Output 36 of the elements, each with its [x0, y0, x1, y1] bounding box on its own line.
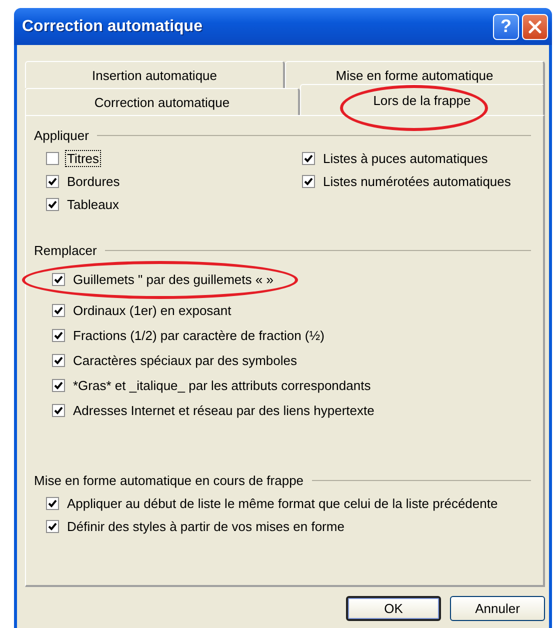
checkbox[interactable] [52, 272, 65, 286]
dialog-button[interactable]: OK [346, 596, 441, 621]
group-title: Remplacer [34, 243, 97, 258]
checkbox-label[interactable]: *Gras* et _italique_ par les attributs correspondants [71, 376, 373, 394]
checkbox-label[interactable]: Caractères spéciaux par des symboles [71, 352, 299, 368]
checkbox[interactable] [46, 198, 59, 210]
group-title: Appliquer [34, 128, 89, 143]
dialog-button[interactable]: Annuler [450, 596, 545, 621]
checkbox-label[interactable]: Définir des styles à partir de vos mises en forme [65, 518, 346, 534]
close-icon [528, 20, 542, 34]
close-button[interactable] [522, 14, 548, 40]
group-title: Mise en forme automatique en cours de frappe [34, 473, 304, 488]
checkbox[interactable] [52, 404, 65, 416]
checkbox-label[interactable]: Ordinaux (1er) en exposant [71, 302, 234, 318]
checkbox-label[interactable]: Listes à puces automatiques [321, 150, 490, 166]
checkbox-label[interactable]: Bordures [65, 172, 122, 190]
checkbox-label[interactable]: Adresses Internet et réseau par des liens hypertexte [71, 402, 376, 418]
checkbox-label[interactable]: Tableaux [65, 196, 122, 212]
checkbox[interactable] [52, 378, 65, 392]
checkbox[interactable] [302, 174, 315, 188]
tab[interactable]: Lors de la frappe [300, 84, 545, 115]
window-title: Correction automatique [21, 18, 204, 36]
checkbox-label[interactable]: Appliquer au début de liste le même format que celui de la liste précédente [65, 494, 500, 512]
checkbox-label[interactable]: Titres [65, 150, 102, 166]
checkbox-label[interactable]: Guillemets " par des guillemets « » [71, 270, 276, 288]
checkbox[interactable] [52, 354, 65, 366]
checkbox[interactable] [52, 304, 65, 316]
checkbox[interactable] [52, 328, 65, 342]
tab[interactable]: Insertion automatique [25, 61, 285, 88]
checkbox-label[interactable]: Listes numérotées automatiques [321, 172, 513, 190]
checkbox[interactable] [46, 174, 59, 188]
checkbox-label[interactable]: Fractions (1/2) par caractère de fraction (½) [71, 326, 326, 344]
checkbox[interactable] [302, 152, 315, 164]
checkbox[interactable] [46, 152, 59, 164]
checkbox[interactable] [46, 520, 59, 532]
checkbox[interactable] [46, 496, 59, 510]
